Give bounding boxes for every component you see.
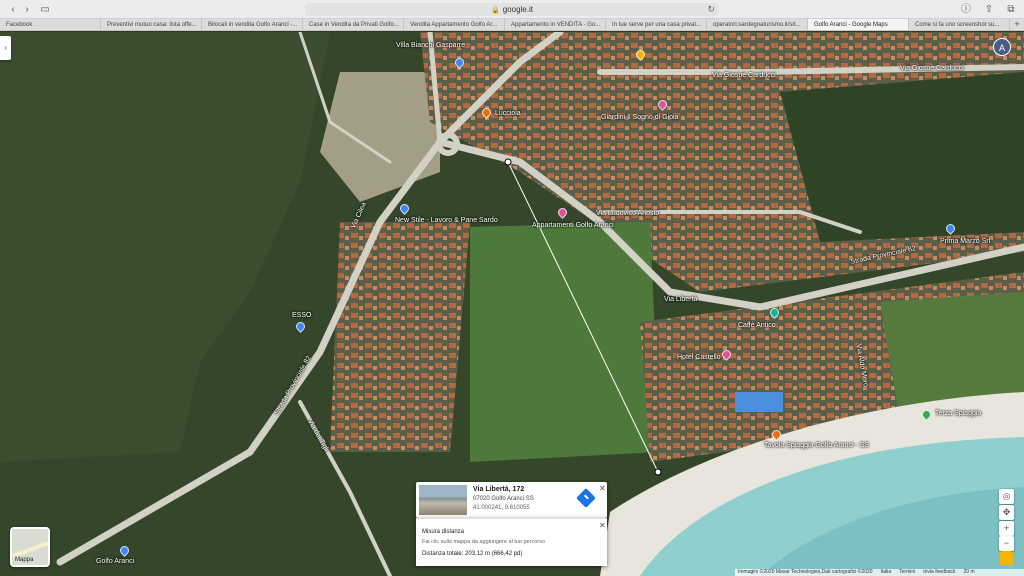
footer-item[interactable]: Termini [899, 569, 915, 576]
sidebar-icon[interactable]: ▭ [36, 3, 54, 16]
reload-icon[interactable]: ↻ [707, 3, 715, 16]
measure-help-text: Fai clic sulla mappa da aggiungere al tu… [422, 539, 545, 545]
footer-item[interactable]: 20 m [964, 569, 975, 576]
tab-bar: Facebook Preventivi mutuo casa: lista off… [0, 19, 1024, 31]
address-bar[interactable]: 🔒 google.it ↻ [305, 3, 719, 16]
pegman-icon[interactable] [1000, 551, 1013, 565]
browser-tab[interactable]: Facebook [0, 19, 101, 30]
map-label-hotel: Hotel Castello [677, 354, 721, 361]
tabs-overview-icon[interactable]: ⧉ [1002, 3, 1020, 16]
browser-tab[interactable]: In tue serve per una casa privat... [606, 19, 707, 30]
browser-toolbar: ‹ › ▭ 🔒 google.it ↻ ⓘ ⇧ ⧉ [0, 0, 1024, 19]
map-label-ariosto: Via Ludovico Ariosto [596, 210, 660, 217]
browser-tab[interactable]: Come si fa uno screenshot su... [909, 19, 1010, 30]
directions-icon[interactable] [576, 488, 596, 508]
map-label-carducci: Via Giosuè Carducci [712, 72, 776, 79]
close-icon[interactable]: ✕ [599, 522, 606, 530]
close-icon[interactable]: ✕ [599, 485, 606, 493]
browser-tab[interactable]: Vendita Appartamento Golfo Ar... [404, 19, 505, 30]
measure-distance-panel: ✕ Misura distanza Fai clic sulla mappa d… [416, 518, 607, 566]
forward-icon[interactable]: › [18, 3, 36, 16]
map-label-tavola: Tavola Spiaggia Golfo Aranci - SS [764, 442, 870, 449]
swimming-pool [735, 392, 783, 412]
footer-item[interactable]: Italia [881, 569, 892, 576]
lock-icon: 🔒 [491, 7, 500, 14]
place-photo[interactable] [419, 485, 467, 515]
map-label-caffe: Caffè Antico [738, 322, 776, 329]
place-coordinates: 41.000241, 9.610055 [473, 505, 530, 511]
place-address: 07020 Golfo Aranci SS [473, 496, 534, 502]
expand-panel-button[interactable]: › [0, 36, 11, 60]
map-label-carducci: Via Giosuè Carducci [900, 65, 964, 72]
map-label-prima: Prima Marzo Srl [940, 238, 991, 245]
measure-start-point[interactable] [504, 158, 512, 166]
footer-item[interactable]: Invia feedback [923, 569, 955, 576]
zoom-out-button[interactable]: − [999, 536, 1014, 551]
west-residential [330, 222, 470, 452]
place-info-card[interactable]: Via Libertà, 172 07020 Golfo Aranci SS 4… [416, 482, 607, 518]
map-label-esso: ESSO [292, 312, 312, 319]
browser-tab[interactable]: Bilocali in vendita Golfo Aranci -... [202, 19, 303, 30]
place-title[interactable]: Via Libertà, 172 [473, 486, 524, 493]
map-label-appartamenti: Appartamenti Golfo Aranci [532, 222, 614, 229]
compass-icon[interactable]: ✥ [999, 505, 1014, 520]
map-label-terza: Terza Spiaggia [935, 410, 982, 417]
footer-item: Immagini ©2020 Maxar Technologies,Dati c… [738, 569, 873, 575]
browser-tab[interactable]: Appartamento in VENDITA - Go... [505, 19, 606, 30]
map-label-villa: Villa Bianchi Gasparre [396, 42, 466, 49]
measure-end-point[interactable] [654, 468, 662, 476]
browser-tab[interactable]: Case in Vendita da Privati Golfo... [303, 19, 404, 30]
browser-tab[interactable]: Golfo Aranci - Google Maps [808, 19, 909, 30]
zoom-in-button[interactable]: + [999, 521, 1014, 536]
map-label-golfo: Golfo Aranci [96, 558, 135, 565]
map-label-new-stile: New Stile - Lavoro & Pane Sardo [395, 217, 498, 224]
share-icon[interactable]: ⇧ [980, 3, 998, 16]
browser-tab[interactable]: Preventivi mutuo casa: lista offe... [101, 19, 202, 30]
layers-label: Mappa [15, 557, 34, 563]
browser-tab[interactable]: operatori.sardegnaturismo.it/sit... [707, 19, 808, 30]
account-avatar[interactable]: A [993, 38, 1011, 56]
my-location-icon[interactable]: ◎ [999, 489, 1014, 504]
url-text: google.it [502, 5, 533, 14]
layers-thumbnail-road [12, 540, 48, 558]
measure-total-distance: Distanza totale: 203,12 m (666,42 pd) [422, 551, 523, 557]
info-icon[interactable]: ⓘ [957, 3, 975, 16]
map-footer: Immagini ©2020 Maxar Technologies,Dati c… [735, 569, 1024, 576]
map-label-lucciola: Lucciola [495, 110, 521, 117]
map-label-via-liberta: Via Libertà [664, 296, 698, 303]
layers-toggle[interactable]: Mappa [10, 527, 50, 567]
new-tab-icon[interactable]: + [1010, 19, 1024, 30]
measure-title: Misura distanza [422, 529, 465, 535]
map-label-giardini: Giardini Il Sogno di Gioia [601, 114, 679, 121]
